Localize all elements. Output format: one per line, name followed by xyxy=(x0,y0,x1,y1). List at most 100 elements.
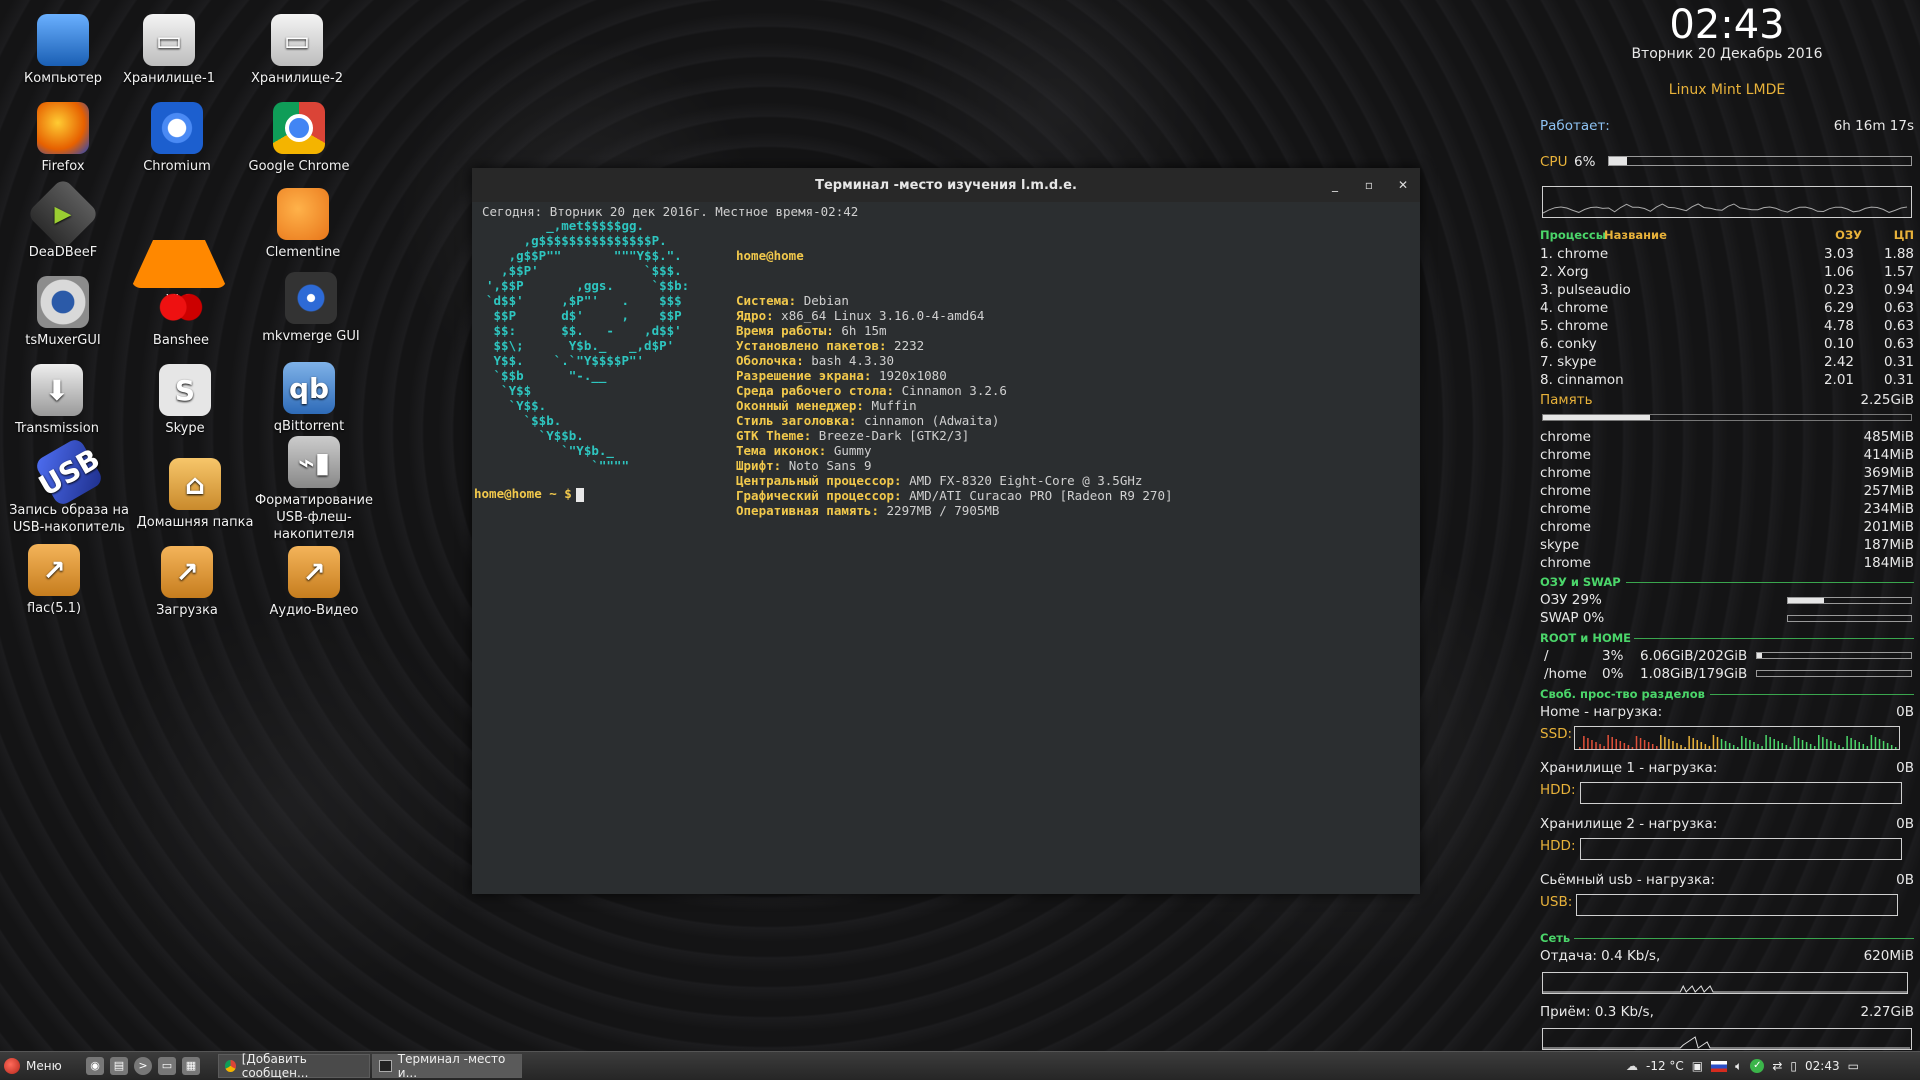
desktop-icon-flac[interactable]: ↗ flac(5.1) xyxy=(0,544,117,617)
process-header: Процессы Название ОЗУ ЦП xyxy=(1540,228,1914,242)
volume-icon[interactable]: 🔈︎ xyxy=(1735,1059,1742,1074)
desktop-icon-label: Домашняя папка xyxy=(136,515,254,530)
minimize-button[interactable]: _ xyxy=(1326,176,1344,194)
info-key: Среда рабочего стола: xyxy=(736,383,895,398)
desktop-icon-usb-image-writer[interactable]: USB Запись образа на USB-накопитель xyxy=(6,436,132,536)
update-manager-icon[interactable]: ✓ xyxy=(1750,1059,1765,1073)
desktop-icon-storage-2[interactable]: ▭ Хранилище-2 xyxy=(234,14,360,87)
desktop-icon-transmission[interactable]: ⬇ Transmission xyxy=(0,364,120,437)
desktop-icon-downloads[interactable]: ↗ Загрузка xyxy=(124,546,250,619)
info-value: Debian xyxy=(803,293,849,308)
chrome-icon xyxy=(225,1060,236,1072)
desktop-icon-tsmuxergui[interactable]: tsMuxerGUI xyxy=(0,276,126,349)
memory-process-value: 201MiB xyxy=(1863,519,1914,535)
screenshot-launcher-icon[interactable]: ◉ xyxy=(86,1057,104,1075)
transmission-icon: ⬇ xyxy=(31,364,83,416)
info-key: Ядро: xyxy=(736,308,774,323)
menu-button[interactable]: Меню xyxy=(4,1056,62,1076)
memory-process-row: chrome 369MiB xyxy=(1540,465,1914,483)
clipboard-manager-icon[interactable]: ▯ xyxy=(1790,1059,1797,1073)
process-row: 3. pulseaudio 0.23 0.94 xyxy=(1540,282,1914,300)
info-value: Gummy xyxy=(833,443,872,458)
desktop-icon-skype[interactable]: S Skype xyxy=(122,364,248,437)
taskbar-task-terminal[interactable]: Терминал -место и... xyxy=(372,1052,522,1080)
banshee-icon xyxy=(155,276,207,328)
system-info-row: Оперативная память: 2297MB / 7905MB xyxy=(736,503,1173,518)
workspace-switcher-icon[interactable]: ▭ xyxy=(1848,1059,1859,1073)
memory-process-value: 485MiB xyxy=(1863,429,1914,445)
maximize-button[interactable]: ▫ xyxy=(1360,176,1378,194)
process-cpu: 0.94 xyxy=(1883,282,1914,298)
memory-process-name: skype xyxy=(1540,537,1580,553)
show-desktop-icon[interactable]: ▭ xyxy=(158,1057,176,1075)
terminal-date-line: Сегодня: Вторник 20 дек 2016г. Местное в… xyxy=(482,204,859,219)
desktop-icon-usb-formatter[interactable]: ⌁▮ Форматирование USB-флеш-накопителя xyxy=(251,436,377,543)
terminal-launcher-icon[interactable]: > xyxy=(134,1057,152,1075)
desktop-icon-qbittorrent[interactable]: qb qBittorrent xyxy=(246,362,372,435)
desktop-icon-label: Хранилище-2 xyxy=(250,71,344,86)
info-key: Оперативная память: xyxy=(736,503,879,518)
clipboard-icon[interactable]: ▣ xyxy=(1692,1059,1703,1073)
process-cpu: 0.63 xyxy=(1883,318,1914,334)
terminal-titlebar[interactable]: Терминал -место изучения l.m.d.e. _ ▫ ✕ xyxy=(472,168,1420,202)
shell-prompt[interactable]: home@home ~ $ xyxy=(474,486,584,502)
menu-label: Меню xyxy=(26,1059,62,1073)
upload-row: Отдача: 0.4 Kb/s, 620MiB xyxy=(1540,948,1914,964)
terminal-output[interactable]: Сегодня: Вторник 20 дек 2016г. Местное в… xyxy=(472,202,1420,886)
file-manager-launcher-icon[interactable]: ▦ xyxy=(182,1057,200,1075)
system-info-row: Тема иконок: Gummy xyxy=(736,443,1173,458)
system-info-row: Оболочка: bash 4.3.30 xyxy=(736,353,1173,368)
desktop-icon-label: flac(5.1) xyxy=(26,601,82,616)
info-key: Тема иконок: xyxy=(736,443,827,458)
system-monitor-launcher-icon[interactable]: ▤ xyxy=(110,1057,128,1075)
process-row: 8. cinnamon 2.01 0.31 xyxy=(1540,372,1914,390)
ram-swap-section: ОЗУ и SWAP xyxy=(1540,574,1914,589)
keyboard-layout-flag-icon[interactable] xyxy=(1711,1060,1728,1072)
desktop-icon-label: Clementine xyxy=(265,245,341,260)
process-mem: 1.06 xyxy=(1823,264,1854,280)
info-value: AMD FX-8320 Eight-Core @ 3.5GHz xyxy=(909,473,1143,488)
desktop-icon-clementine[interactable]: Clementine xyxy=(240,188,366,261)
desktop-icon-deadbeef[interactable]: ▶ DeaDBeeF xyxy=(0,177,126,261)
ssd-activity-graph xyxy=(1574,726,1901,750)
folder-link-icon: ↗ xyxy=(28,544,80,596)
desktop-icon-chromium[interactable]: Chromium xyxy=(114,102,240,175)
process-mem: 3.03 xyxy=(1823,246,1854,262)
desktop-icon-home-folder[interactable]: ⌂ Домашняя папка xyxy=(132,458,258,531)
info-key: Время работы: xyxy=(736,323,834,338)
memory-process-value: 257MiB xyxy=(1863,483,1914,499)
taskbar: Меню ◉ ▤ > ▭ ▦ [Добавить сообщен... Терм… xyxy=(0,1051,1920,1080)
system-info: home@home Система: Debian Ядро: x86_64 Li… xyxy=(736,218,1173,548)
system-info-row: Оконный менеджер: Muffin xyxy=(736,398,1173,413)
memory-process-name: chrome xyxy=(1540,519,1591,535)
desktop-icon-label: Загрузка xyxy=(156,603,218,618)
desktop-icon-storage-1[interactable]: ▭ Хранилище-1 xyxy=(106,14,232,87)
close-button[interactable]: ✕ xyxy=(1394,176,1412,194)
task-label: [Добавить сообщен... xyxy=(241,1052,309,1080)
memory-process-row: chrome 234MiB xyxy=(1540,501,1914,519)
desktop-icon-google-chrome[interactable]: Google Chrome xyxy=(236,102,362,175)
network-icon[interactable]: ⇄ xyxy=(1772,1059,1782,1073)
desktop-icon-label: Transmission xyxy=(15,421,99,436)
process-row: 2. Xorg 1.06 1.57 xyxy=(1540,264,1914,282)
desktop-icon-audio-video[interactable]: ↗ Аудио-Видео xyxy=(251,546,377,619)
conky-uptime: Работает: 6h 16m 17s xyxy=(1540,118,1914,136)
desktop-icon-banshee[interactable]: Banshee xyxy=(118,276,244,349)
taskbar-clock[interactable]: 02:43 xyxy=(1805,1059,1840,1073)
info-value: Noto Sans 9 xyxy=(788,458,872,473)
process-row: 6. conky 0.10 0.63 xyxy=(1540,336,1914,354)
info-key: Оконный менеджер: xyxy=(736,398,864,413)
system-info-row: Графический процессор: AMD/ATI Curacao P… xyxy=(736,488,1173,503)
home-folder-icon: ⌂ xyxy=(169,458,221,510)
weather-cloud-icon[interactable]: ☁ xyxy=(1626,1059,1638,1073)
taskbar-task-chrome[interactable]: [Добавить сообщен... xyxy=(218,1052,370,1080)
swap-bar xyxy=(1787,615,1912,622)
desktop-icon-mkvmerge[interactable]: mkvmerge GUI xyxy=(248,272,374,345)
memory-process-row: chrome 257MiB xyxy=(1540,483,1914,501)
desktop-icon-firefox[interactable]: Firefox xyxy=(0,102,126,175)
terminal-window[interactable]: Терминал -место изучения l.m.d.e. _ ▫ ✕ … xyxy=(472,168,1420,894)
system-info-row: Установлено пакетов: 2232 xyxy=(736,338,1173,353)
process-mem: 2.42 xyxy=(1823,354,1854,370)
weather-temperature[interactable]: -12 °C xyxy=(1646,1059,1684,1073)
ram-bar xyxy=(1787,597,1912,604)
